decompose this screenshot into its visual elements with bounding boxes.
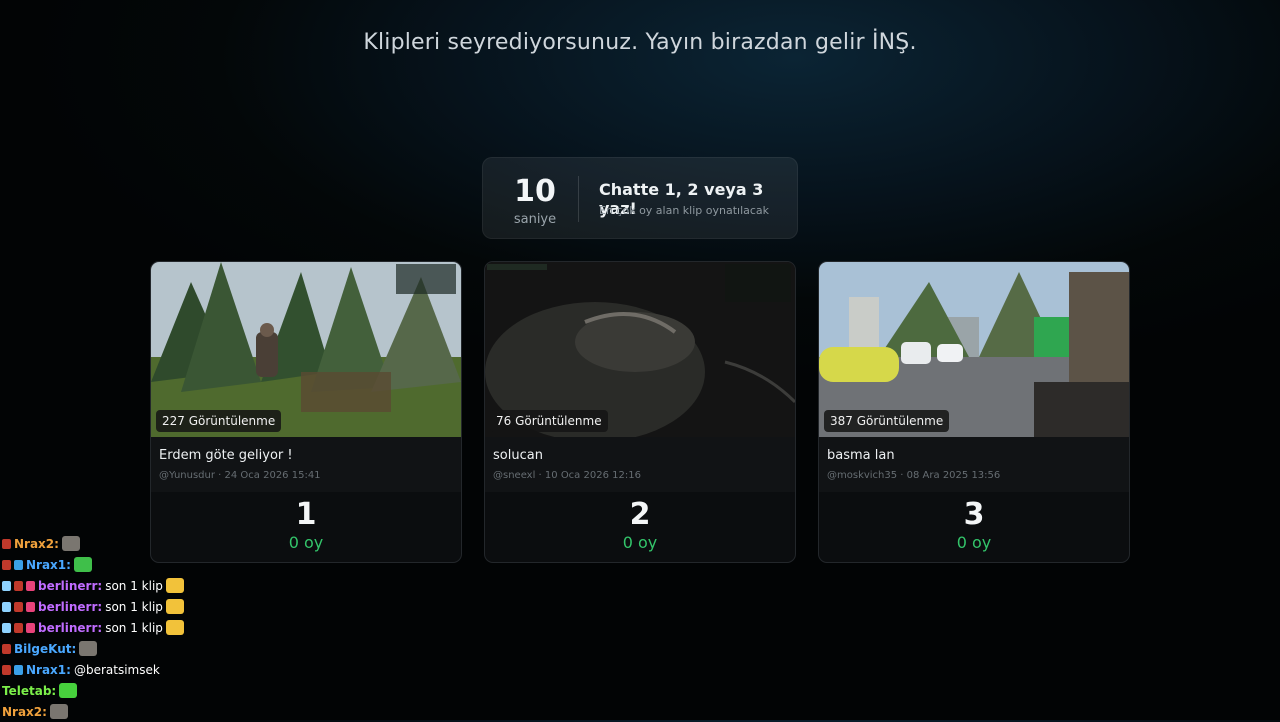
chat-message: Nrax1:: [2, 554, 262, 575]
hammer-badge-icon: [2, 643, 11, 654]
page-headline: Klipleri seyrediyorsunuz. Yayın birazdan…: [363, 30, 917, 55]
clip-thumbnail-2[interactable]: 76 Görüntülenme: [485, 262, 795, 437]
clip-card-1[interactable]: 227 Görüntülenme Erdem göte geliyor ! @Y…: [150, 261, 462, 563]
sword-badge-icon: [2, 580, 11, 591]
clip-thumbnail-3[interactable]: 387 Görüntülenme: [819, 262, 1129, 437]
clip-card-2[interactable]: 76 Görüntülenme solucan @sneexl · 10 Oca…: [484, 261, 796, 563]
chat-text: son 1 klip: [105, 620, 163, 635]
clip-info-2: solucan @sneexl · 10 Oca 2026 12:16: [485, 437, 795, 492]
handshake-emote-icon: [165, 620, 184, 635]
chat-username[interactable]: Nrax2:: [14, 537, 59, 551]
clip-card-3[interactable]: 387 Görüntülenme basma lan @moskvich35 ·…: [818, 261, 1130, 563]
timer-divider: [578, 176, 579, 222]
hammer-badge-icon: [14, 622, 23, 633]
chat-username[interactable]: Nrax1:: [26, 558, 71, 572]
clip-title-2: solucan: [493, 448, 543, 463]
green-cat-emote-icon: [73, 557, 92, 572]
chat-message: BilgeKut:: [2, 638, 262, 659]
chat-message: berlinerr: son 1 klip: [2, 617, 262, 638]
hammer-badge-icon: [2, 559, 11, 570]
clip-thumbnail-1[interactable]: 227 Görüntülenme: [151, 262, 461, 437]
photo-emote-icon: [61, 536, 80, 551]
clip-vote-number-2: 2: [629, 497, 651, 532]
chat-username[interactable]: berlinerr:: [38, 579, 102, 593]
chat-username[interactable]: BilgeKut:: [14, 642, 76, 656]
handshake-emote-icon: [165, 599, 184, 614]
clip-vote-count-2: 0 oy: [622, 533, 658, 552]
handshake-emote-icon: [165, 578, 184, 593]
hammer-badge-icon: [2, 664, 11, 675]
cube-badge-icon: [14, 664, 23, 675]
chat-username[interactable]: Nrax2:: [2, 705, 47, 719]
gift-badge-icon: [26, 580, 35, 591]
clip-vote-count-3: 0 oy: [956, 533, 992, 552]
clip-views-1: 227 Görüntülenme: [156, 410, 282, 432]
chat-text: son 1 klip: [105, 599, 163, 614]
photo-emote-icon: [79, 641, 98, 656]
clip-meta-2: @sneexl · 10 Oca 2026 12:16: [493, 470, 641, 481]
hammer-badge-icon: [14, 580, 23, 591]
countdown-unit: saniye: [513, 212, 557, 227]
photo-emote-icon: [49, 704, 68, 719]
chat-text: @beratsimsek: [73, 662, 160, 677]
chat-username[interactable]: Nrax1:: [26, 663, 71, 677]
chat-message: Teletab:: [2, 680, 262, 701]
clip-views-3: 387 Görüntülenme: [824, 410, 950, 432]
clip-title-3: basma lan: [827, 448, 895, 463]
chat-username[interactable]: berlinerr:: [38, 600, 102, 614]
chat-overlay: Nrax2: Nrax1: berlinerr: son 1 klip berliner…: [2, 533, 262, 722]
chat-message: Nrax2:: [2, 701, 262, 722]
chat-message: Nrax1: @beratsimsek: [2, 659, 262, 680]
green-blob-emote-icon: [59, 683, 78, 698]
chat-message: berlinerr: son 1 klip: [2, 596, 262, 617]
clip-title-1: Erdem göte geliyor !: [159, 448, 293, 463]
chat-text: son 1 klip: [105, 578, 163, 593]
countdown-number: 10: [514, 174, 556, 209]
sword-badge-icon: [2, 622, 11, 633]
vote-subtext: En çok oy alan klip oynatılacak: [599, 204, 770, 217]
clip-meta-3: @moskvich35 · 08 Ara 2025 13:56: [827, 470, 1001, 481]
clip-info-3: basma lan @moskvich35 · 08 Ara 2025 13:5…: [819, 437, 1129, 492]
chat-message: berlinerr: son 1 klip: [2, 575, 262, 596]
cube-badge-icon: [14, 559, 23, 570]
vote-timer-panel: 10 saniye Chatte 1, 2 veya 3 yaz! En çok…: [482, 157, 798, 239]
gift-badge-icon: [26, 601, 35, 612]
clip-vote-number-3: 3: [963, 497, 985, 532]
chat-username[interactable]: Teletab:: [2, 684, 56, 698]
gift-badge-icon: [26, 622, 35, 633]
hammer-badge-icon: [2, 538, 11, 549]
clip-views-2: 76 Görüntülenme: [490, 410, 608, 432]
clip-vote-number-1: 1: [295, 497, 317, 532]
clip-info-1: Erdem göte geliyor ! @Yunusdur · 24 Oca …: [151, 437, 461, 492]
hammer-badge-icon: [14, 601, 23, 612]
chat-message: Nrax2:: [2, 533, 262, 554]
chat-username[interactable]: berlinerr:: [38, 621, 102, 635]
clip-meta-1: @Yunusdur · 24 Oca 2026 15:41: [159, 470, 321, 481]
sword-badge-icon: [2, 601, 11, 612]
